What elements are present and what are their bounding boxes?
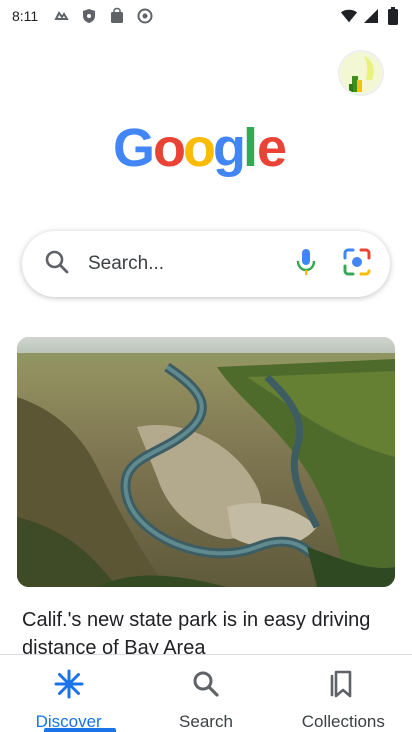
svg-text:e: e	[257, 118, 287, 178]
svg-text:g: g	[213, 118, 246, 178]
store-bag-icon	[108, 7, 126, 25]
svg-text:o: o	[183, 118, 216, 178]
discover-card-image[interactable]	[17, 337, 395, 587]
search-bar[interactable]: Search...	[22, 231, 390, 297]
svg-text:l: l	[243, 118, 258, 178]
battery-icon	[384, 7, 402, 25]
google-app-screen: 8:11 G o o g l e Search... Calif.'s new …	[0, 0, 412, 732]
status-bar: 8:11	[0, 0, 412, 32]
google-logo: G o o g l e	[0, 110, 412, 190]
active-tab-indicator	[44, 728, 116, 732]
location-target-icon	[136, 7, 154, 25]
microphone-icon[interactable]	[296, 247, 316, 282]
nav-collections-label: Collections	[301, 712, 385, 731]
svg-text:o: o	[153, 118, 186, 178]
status-time: 8:11	[12, 8, 39, 24]
cell-signal-icon	[362, 7, 380, 25]
lens-camera-icon[interactable]	[342, 247, 372, 282]
shield-icon	[80, 7, 98, 25]
search-placeholder[interactable]: Search...	[88, 253, 296, 275]
account-avatar[interactable]	[338, 50, 384, 96]
discover-asterisk-icon	[54, 669, 84, 704]
search-icon	[44, 249, 70, 280]
search-icon	[191, 669, 221, 704]
collections-bookmark-icon	[328, 669, 358, 704]
svg-text:G: G	[113, 118, 155, 178]
nav-search-label: Search	[179, 712, 233, 731]
nav-collections[interactable]: Collections	[275, 655, 412, 732]
bottom-navigation: Discover Search Collections	[0, 654, 412, 732]
wifi-icon	[340, 7, 358, 25]
nav-discover[interactable]: Discover	[0, 655, 137, 732]
nav-search[interactable]: Search	[137, 655, 274, 732]
data-saver-icon	[52, 7, 70, 25]
